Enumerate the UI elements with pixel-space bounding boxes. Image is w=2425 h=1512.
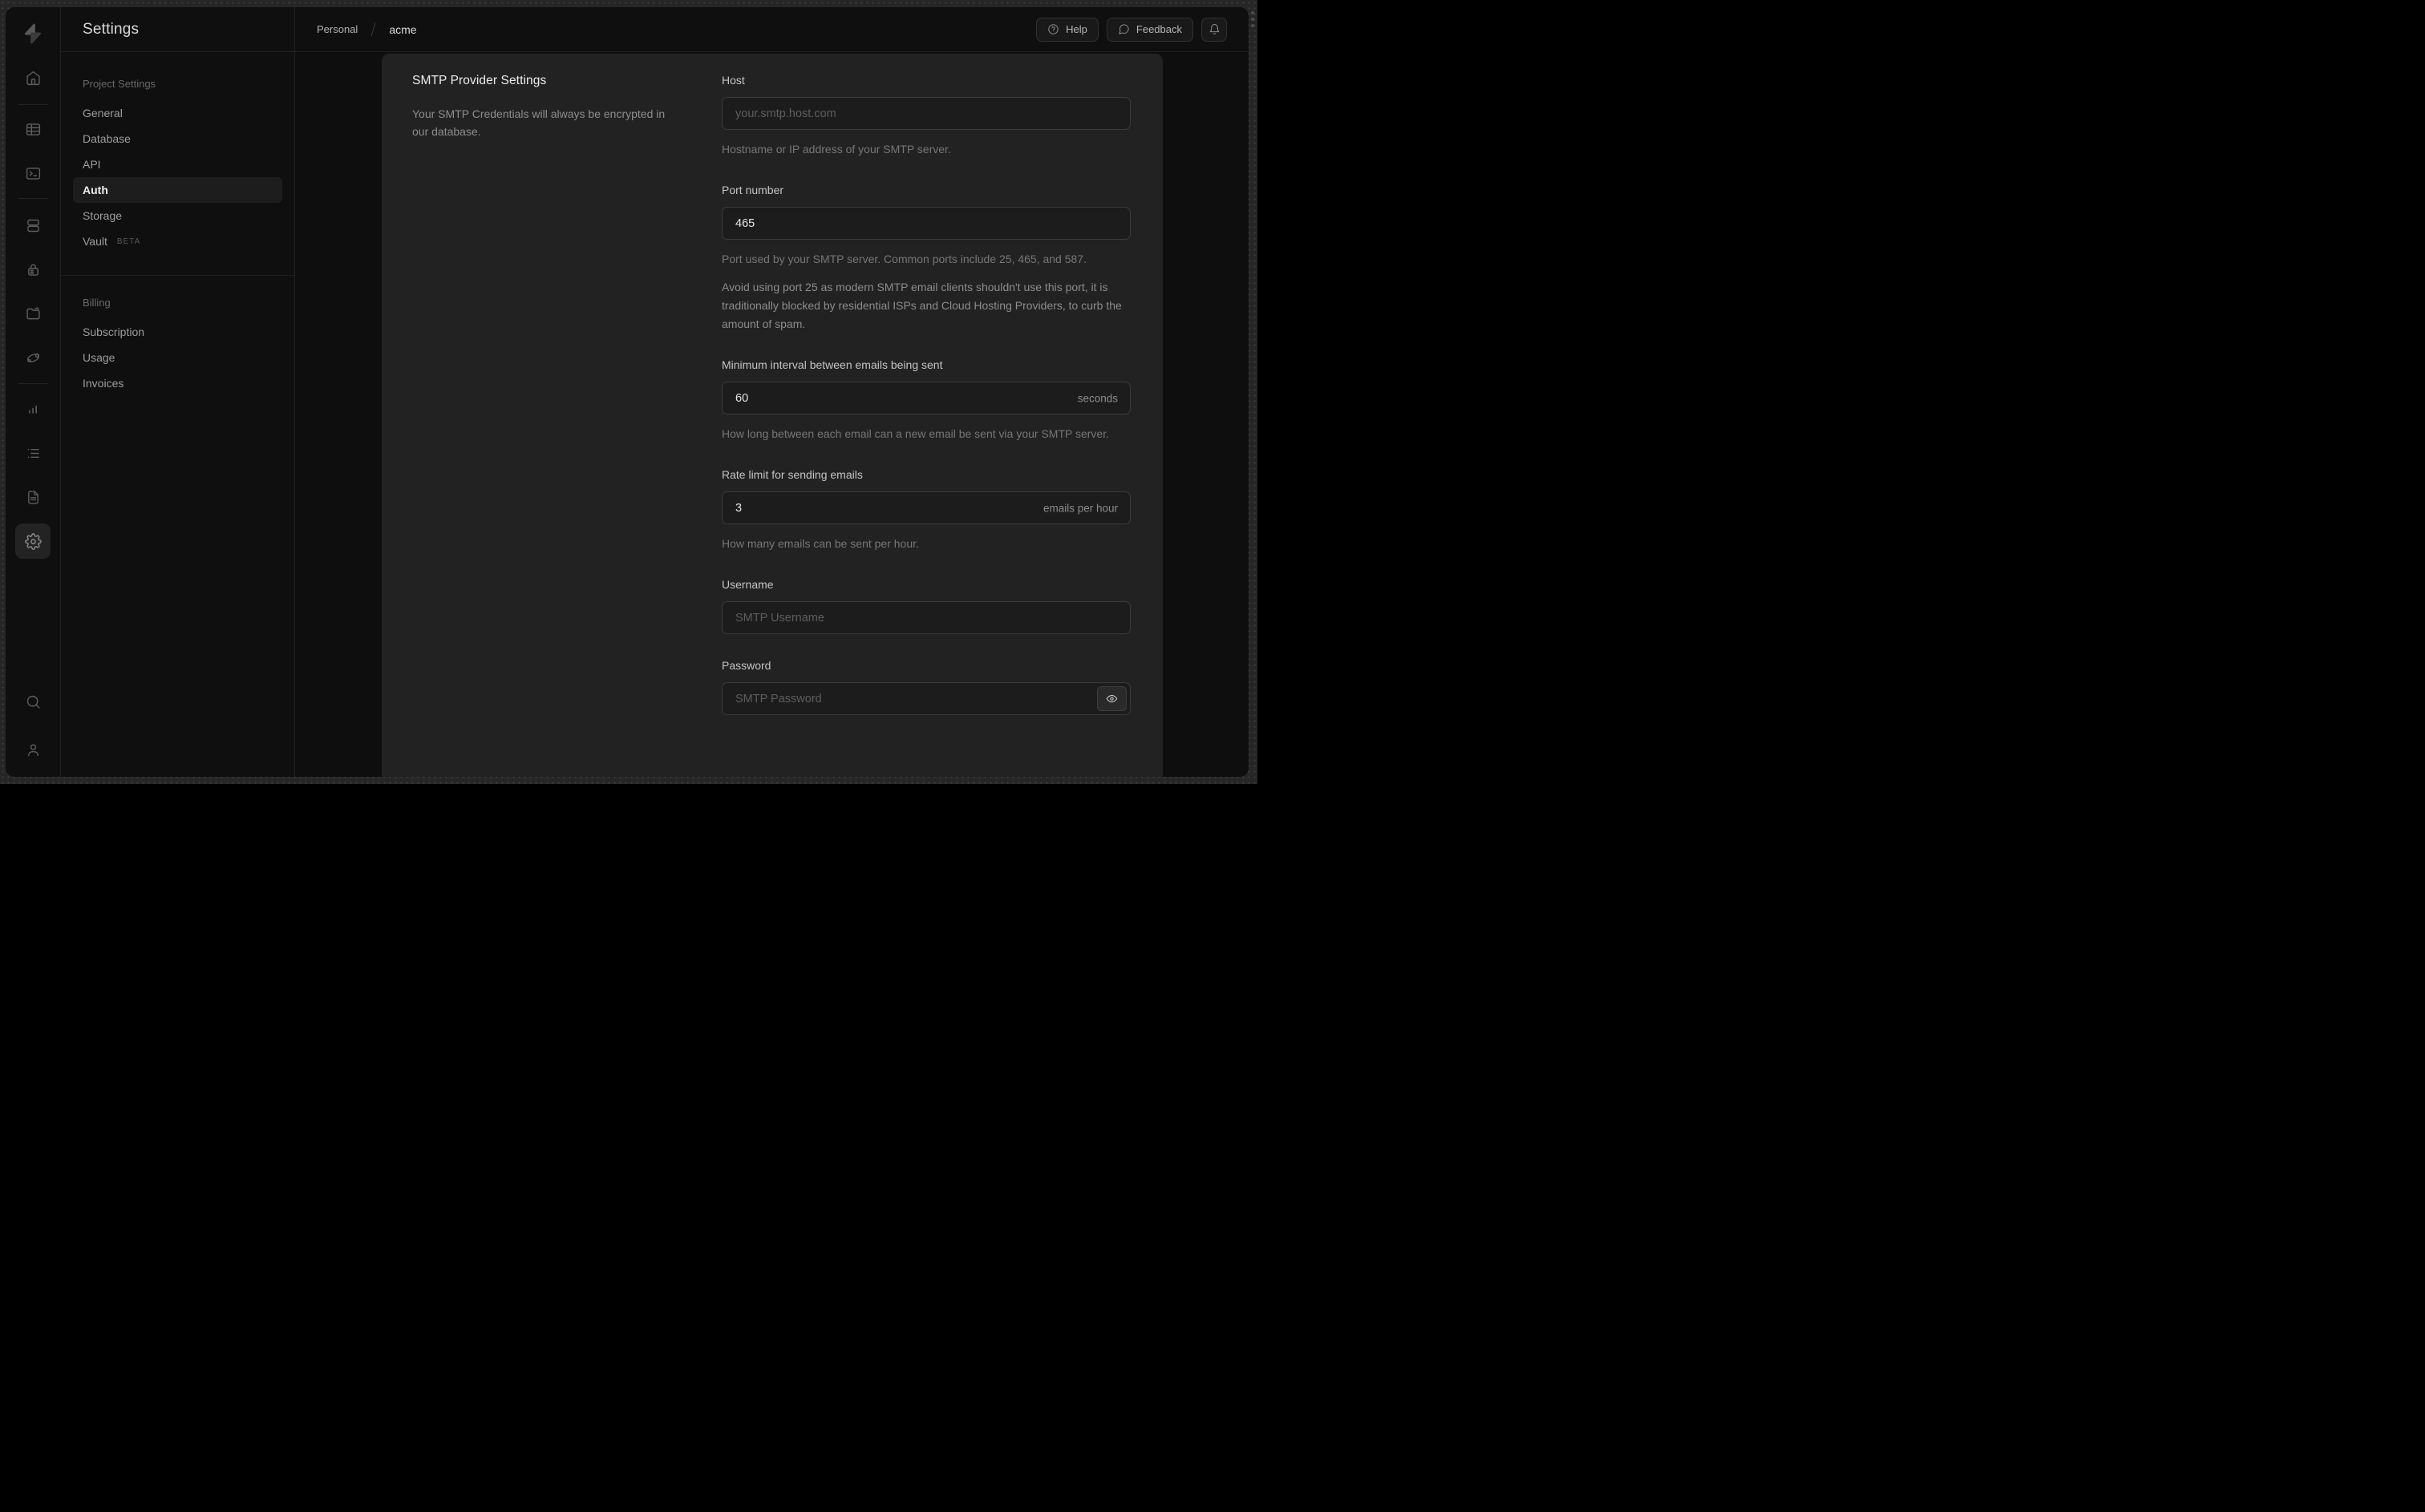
nav-item-vault[interactable]: Vault BETA [73,228,282,254]
reveal-password-button[interactable] [1097,686,1127,711]
port-input[interactable] [722,207,1131,240]
nav-item-auth[interactable]: Auth [73,177,282,203]
beta-badge: BETA [116,237,141,246]
nav-section-billing: Billing Subscription Usage Invoices [61,275,294,406]
page-background: SMTP Provider Settings Your SMTP Credent… [295,52,1249,777]
nav-item-general[interactable]: General [73,100,282,126]
interval-helper: How long between each email can a new em… [722,427,1109,440]
desktop-frame: Settings Project Settings General Databa… [0,0,1257,784]
settings-nav-header: Settings [61,7,294,52]
interval-field-group: Minimum interval between emails being se… [722,358,1131,443]
rate-limit-field-group: Rate limit for sending emails emails per… [722,467,1131,553]
sql-editor-icon[interactable] [15,156,51,191]
sidebar-icon-rail [6,7,61,777]
help-circle-icon [1048,24,1059,34]
project-settings-icon[interactable] [15,524,51,559]
nav-section-heading: Billing [83,297,111,309]
rail-divider [18,198,48,199]
logs-icon[interactable] [15,435,51,471]
host-field-group: Host Hostname or IP address of your SMTP… [722,73,1131,159]
nav-item-invoices[interactable]: Invoices [73,370,282,396]
smtp-settings-card: SMTP Provider Settings Your SMTP Credent… [382,54,1163,777]
feedback-button-label: Feedback [1136,23,1182,35]
nav-section-heading: Project Settings [83,78,156,90]
host-input[interactable] [722,97,1131,130]
nav-item-database[interactable]: Database [73,126,282,152]
username-label: Username [722,578,774,591]
interval-label: Minimum interval between emails being se… [722,358,943,371]
topbar-actions: Help Feedback [1036,17,1227,42]
edge-functions-icon[interactable] [15,340,51,375]
database-icon[interactable] [15,208,51,243]
breadcrumb-separator [370,22,376,36]
home-icon[interactable] [15,60,51,95]
rail-divider [18,383,48,384]
rate-limit-input[interactable] [722,491,1131,524]
window-edge-dots [1251,11,1254,27]
port-label: Port number [722,184,784,196]
section-title: SMTP Provider Settings [412,74,547,87]
docs-icon[interactable] [15,479,51,515]
chat-bubble-icon [1119,24,1129,34]
topbar: Personal acme Help Feedback [295,7,1249,52]
settings-nav-panel: Settings Project Settings General Databa… [61,7,295,777]
main-area: Personal acme Help Feedback SMTP Provide… [295,7,1249,777]
rate-limit-helper: How many emails can be sent per hour. [722,537,919,550]
smtp-form: Host Hostname or IP address of your SMTP… [722,73,1131,715]
section-intro: SMTP Provider Settings Your SMTP Credent… [412,73,722,715]
help-button-label: Help [1066,23,1087,35]
nav-item-label: Vault [83,235,107,248]
breadcrumb-org[interactable]: Personal [317,23,358,35]
port-warning-note: Avoid using port 25 as modern SMTP email… [722,281,1122,330]
notifications-button[interactable] [1201,17,1227,42]
username-input[interactable] [722,601,1131,634]
app-window: Settings Project Settings General Databa… [6,7,1249,777]
breadcrumb: Personal acme [317,22,417,36]
password-input[interactable] [722,682,1131,715]
bell-icon [1209,24,1219,34]
port-field-group: Port number Port used by your SMTP serve… [722,183,1131,334]
authentication-icon[interactable] [15,252,51,287]
settings-nav-sections: Project Settings General Database API Au… [61,52,294,406]
reports-icon[interactable] [15,391,51,427]
password-label: Password [722,659,771,672]
supabase-logo[interactable] [16,17,50,51]
nav-item-storage[interactable]: Storage [73,203,282,228]
page-title: Settings [83,20,140,38]
interval-input[interactable] [722,382,1131,414]
rate-limit-label: Rate limit for sending emails [722,468,863,481]
table-editor-icon[interactable] [15,111,51,147]
port-helper: Port used by your SMTP server. Common po… [722,253,1087,265]
nav-item-api[interactable]: API [73,152,282,177]
eye-icon [1106,694,1118,703]
search-icon[interactable] [15,684,51,719]
host-label: Host [722,74,745,87]
feedback-button[interactable]: Feedback [1106,17,1193,42]
password-field-group: Password [722,658,1131,715]
section-description: Your SMTP Credentials will always be enc… [412,107,666,138]
host-helper: Hostname or IP address of your SMTP serv… [722,143,951,156]
nav-section-project-settings: Project Settings General Database API Au… [61,57,294,264]
nav-item-usage[interactable]: Usage [73,345,282,370]
username-field-group: Username [722,577,1131,634]
rail-divider [18,104,48,105]
nav-item-subscription[interactable]: Subscription [73,319,282,345]
help-button[interactable]: Help [1036,17,1099,42]
user-icon[interactable] [15,732,51,767]
storage-icon[interactable] [15,296,51,331]
breadcrumb-project[interactable]: acme [389,23,416,36]
